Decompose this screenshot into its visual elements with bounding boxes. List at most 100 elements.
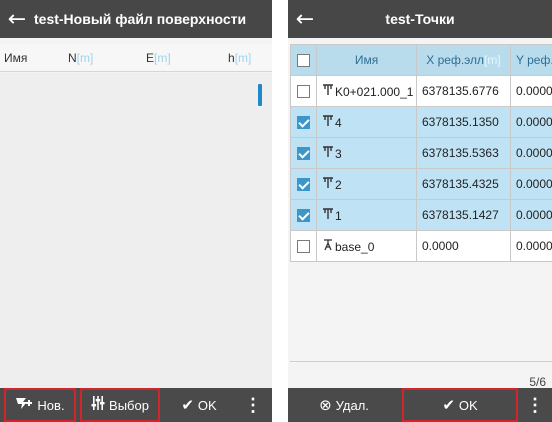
ok-label: OK <box>197 397 217 413</box>
survey-point-icon <box>322 145 334 161</box>
column-label: Имя <box>4 51 28 65</box>
column-label: X реф.элл <box>426 53 485 67</box>
row-checkbox[interactable] <box>297 209 310 223</box>
row-checkbox[interactable] <box>297 240 310 254</box>
column-unit: [m] <box>76 51 94 65</box>
point-name: 3 <box>335 146 342 161</box>
table-row[interactable]: 1 6378135.1427 0.0000 <box>290 199 552 231</box>
y-coordinate-cell: 0.0000 <box>510 137 552 169</box>
row-checkbox-cell[interactable] <box>290 75 317 107</box>
bottom-toolbar: ⊗ Удал. ✔ OK ⋮ <box>288 388 552 422</box>
select-all-checkbox[interactable] <box>297 54 310 68</box>
y-coordinate-cell: 0.0000 <box>510 168 552 200</box>
more-vert-icon: ⋮ <box>244 394 262 415</box>
ok-button[interactable]: ✔ OK <box>166 388 232 422</box>
points-screen: ← test-Точки Имя X реф.элл[m] Y реф. K0+… <box>288 0 552 422</box>
y-coordinate-cell: 0.0000 <box>510 106 552 138</box>
x-coordinate-cell: 0.0000 <box>416 230 511 262</box>
column-label: E <box>146 51 155 65</box>
survey-point-icon <box>322 207 334 223</box>
checkmark-icon: ✔ <box>442 396 455 414</box>
more-vert-icon: ⋮ <box>526 394 544 415</box>
row-checkbox-cell[interactable] <box>290 199 317 231</box>
y-coordinate-cell: 0.0000 <box>510 230 552 262</box>
more-menu-button[interactable]: ⋮ <box>520 388 550 422</box>
table-row[interactable]: 3 6378135.5363 0.0000 <box>290 137 552 169</box>
row-checkbox-cell[interactable] <box>290 168 317 200</box>
back-arrow-icon[interactable]: ← <box>0 0 34 38</box>
column-header-e: E[m] <box>146 51 171 65</box>
column-label: Имя <box>354 53 379 67</box>
row-checkbox[interactable] <box>297 85 310 99</box>
row-checkbox-cell[interactable] <box>290 230 317 262</box>
table-row[interactable]: 2 6378135.4325 0.0000 <box>290 168 552 200</box>
point-name: 2 <box>335 177 342 192</box>
more-menu-button[interactable]: ⋮ <box>236 388 270 422</box>
new-label: Нов. <box>37 397 65 413</box>
title-bar: ← test-Новый файл поверхности <box>0 0 272 38</box>
surface-file-screen: ← test-Новый файл поверхности Имя N[m] E… <box>0 0 272 422</box>
row-checkbox[interactable] <box>297 147 310 161</box>
column-label: N <box>68 51 77 65</box>
select-all-cell[interactable] <box>290 44 317 76</box>
sliders-icon <box>91 395 105 415</box>
base-station-icon <box>322 238 334 254</box>
delete-label: Удал. <box>335 397 369 413</box>
row-checkbox[interactable] <box>297 116 310 130</box>
points-table-container: Имя X реф.элл[m] Y реф. K0+021.000_1 6378… <box>290 44 552 362</box>
table-row[interactable]: K0+021.000_1 6378135.6776 0.0000 <box>290 75 552 107</box>
page-title: test-Новый файл поверхности <box>34 11 247 27</box>
ok-button[interactable]: ✔ OK <box>402 388 518 422</box>
point-name-cell: base_0 <box>316 230 417 262</box>
column-header-name[interactable]: Имя <box>316 44 417 76</box>
page-title: test-Точки <box>385 11 455 27</box>
scroll-indicator[interactable] <box>258 84 262 106</box>
point-name: 1 <box>335 208 342 223</box>
row-checkbox-cell[interactable] <box>290 137 317 169</box>
x-coordinate-cell: 6378135.4325 <box>416 168 511 200</box>
column-header-name: Имя <box>4 51 27 65</box>
column-header-h: h[m] <box>228 51 251 65</box>
column-header-x[interactable]: X реф.элл[m] <box>416 44 511 76</box>
column-label: Y реф. <box>516 53 552 67</box>
column-header-y[interactable]: Y реф. <box>510 44 552 76</box>
selection-counter: 5/6 <box>529 375 546 389</box>
row-checkbox-cell[interactable] <box>290 106 317 138</box>
add-point-icon <box>15 396 33 414</box>
empty-list-area[interactable] <box>0 73 272 388</box>
point-name-cell: 4 <box>316 106 417 138</box>
column-header-n: N[m] <box>68 51 93 65</box>
table-row[interactable]: 4 6378135.1350 0.0000 <box>290 106 552 138</box>
table-row[interactable]: base_0 0.0000 0.0000 <box>290 230 552 262</box>
point-name-cell: 2 <box>316 168 417 200</box>
back-arrow-icon[interactable]: ← <box>288 0 322 38</box>
points-table: Имя X реф.элл[m] Y реф. K0+021.000_1 6378… <box>290 44 552 262</box>
column-header-row: Имя N[m] E[m] h[m] <box>0 44 272 72</box>
x-coordinate-cell: 6378135.1427 <box>416 199 511 231</box>
column-unit: [m] <box>154 51 171 65</box>
new-button[interactable]: Нов. <box>4 388 76 422</box>
ok-label: OK <box>458 397 478 413</box>
checkmark-icon: ✔ <box>181 396 194 414</box>
point-name-cell: 3 <box>316 137 417 169</box>
point-name-cell: 1 <box>316 199 417 231</box>
point-name: base_0 <box>335 239 375 254</box>
point-name: 4 <box>335 115 342 130</box>
bottom-toolbar: Нов. Выбор ✔ OK ⋮ <box>0 388 272 422</box>
row-checkbox[interactable] <box>297 178 310 192</box>
survey-point-icon <box>322 83 334 99</box>
column-unit: [m] <box>484 53 501 67</box>
survey-point-icon <box>322 114 334 130</box>
point-name-cell: K0+021.000_1 <box>316 75 417 107</box>
x-coordinate-cell: 6378135.1350 <box>416 106 511 138</box>
column-label: h <box>228 51 235 65</box>
delete-button[interactable]: ⊗ Удал. <box>290 388 398 422</box>
y-coordinate-cell: 0.0000 <box>510 199 552 231</box>
point-name: K0+021.000_1 <box>335 84 414 99</box>
select-button[interactable]: Выбор <box>80 388 160 422</box>
column-unit: [m] <box>234 51 252 65</box>
survey-point-icon <box>322 176 334 192</box>
table-header-row: Имя X реф.элл[m] Y реф. <box>290 44 552 76</box>
title-bar: ← test-Точки <box>288 0 552 38</box>
x-coordinate-cell: 6378135.5363 <box>416 137 511 169</box>
